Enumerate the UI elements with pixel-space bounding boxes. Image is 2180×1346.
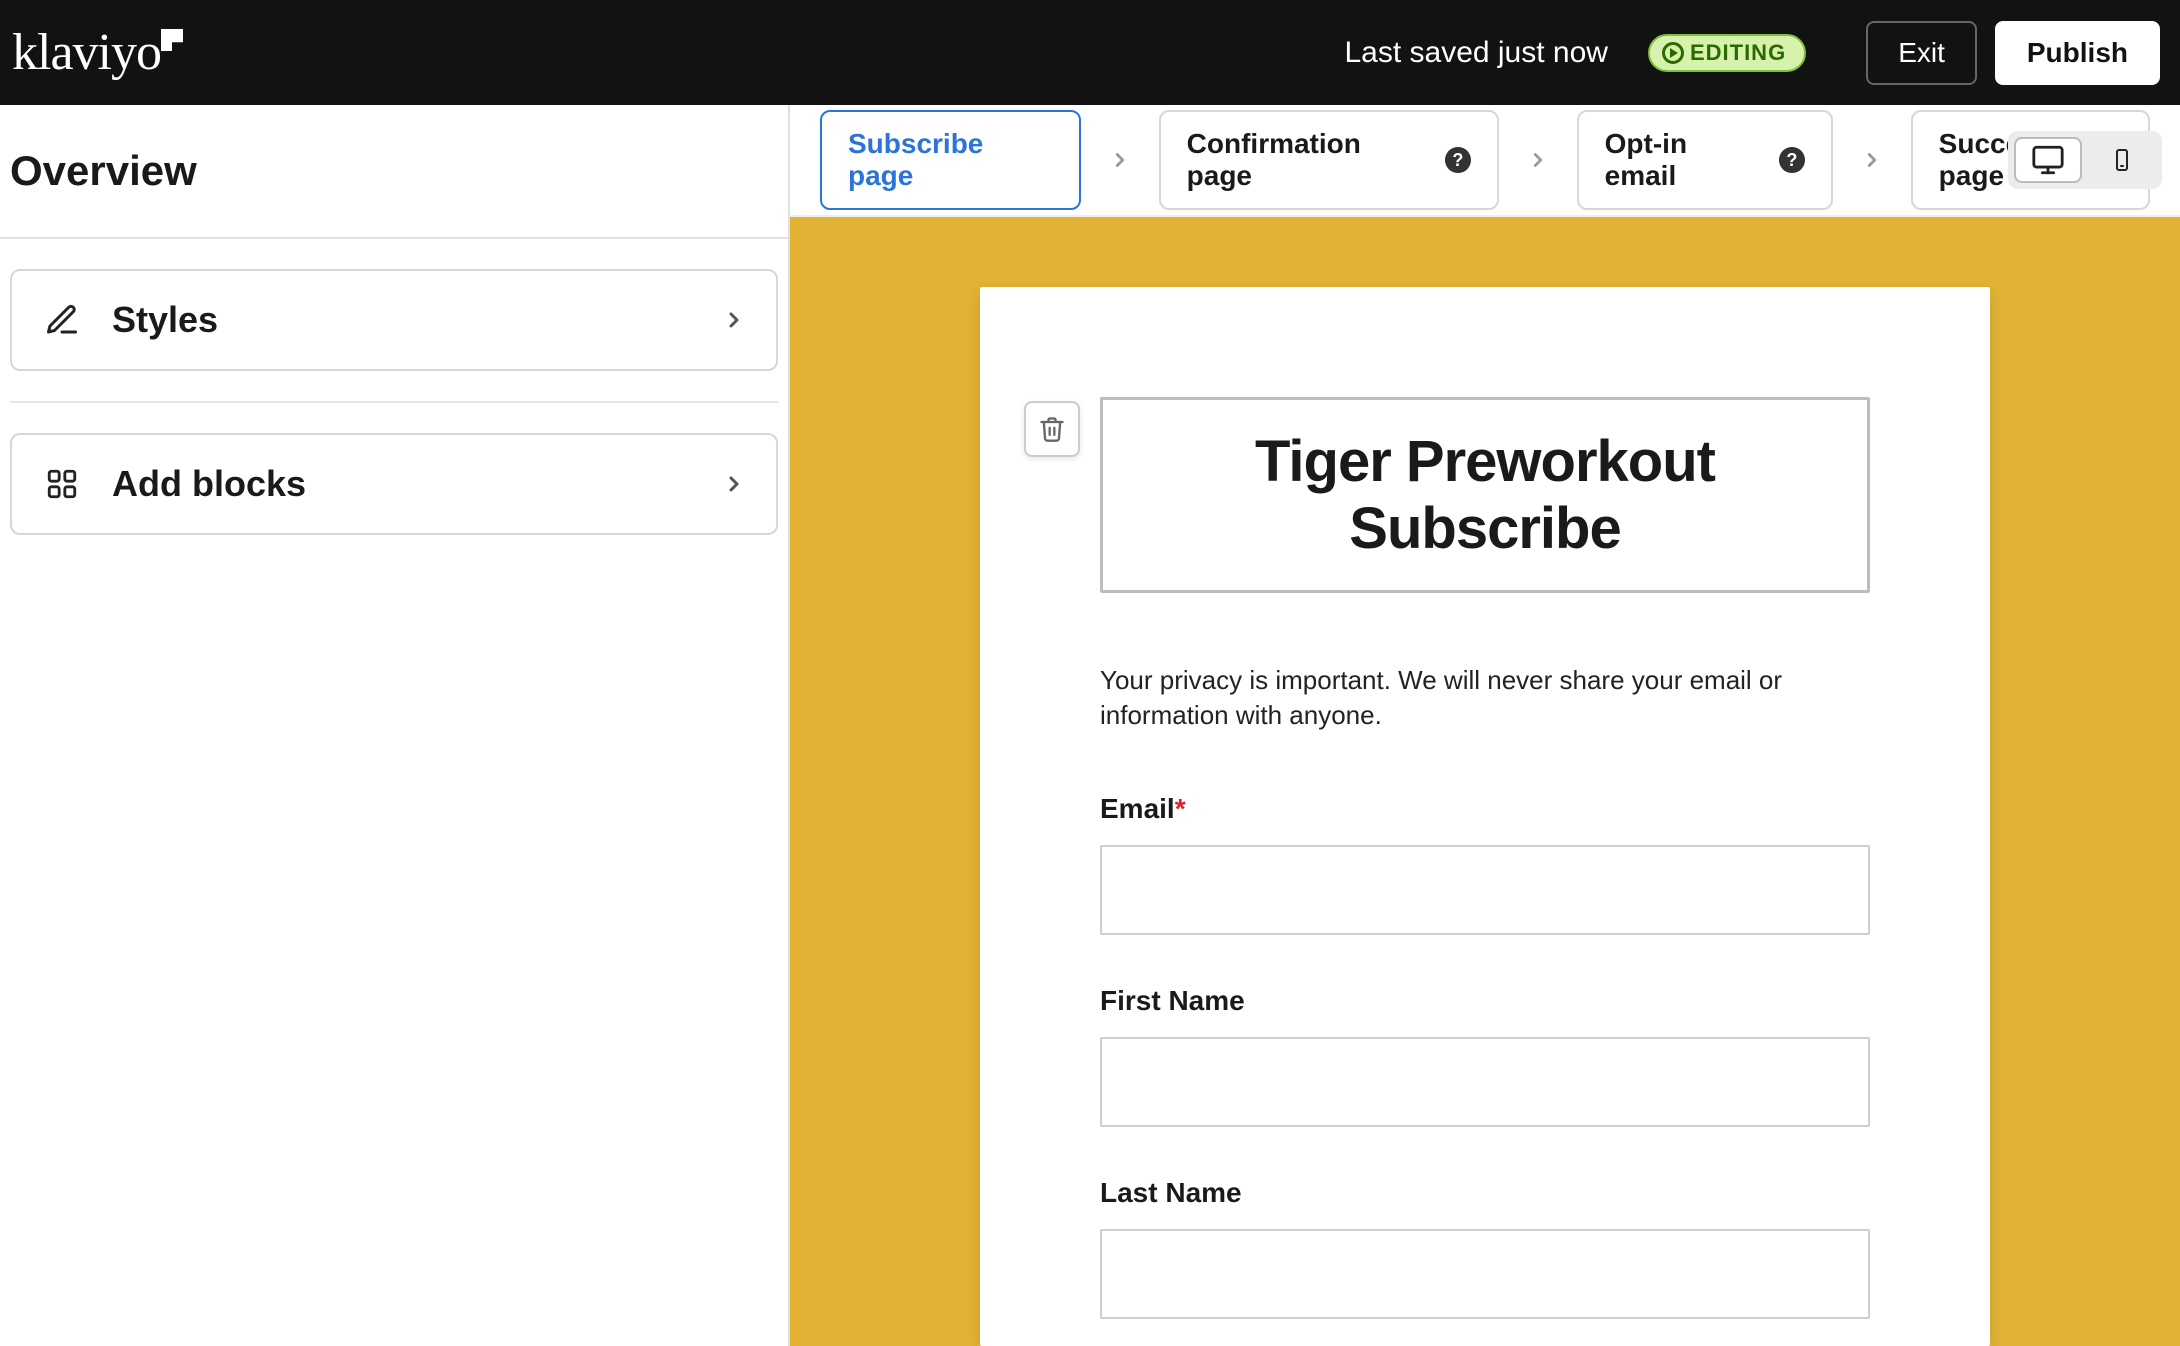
- help-icon[interactable]: ?: [1779, 147, 1804, 173]
- step-label: Opt-in email: [1605, 128, 1764, 192]
- top-bar: klaviyo Last saved just now EDITING Exit…: [0, 0, 2180, 105]
- step-label: Confirmation page: [1187, 128, 1430, 192]
- last-name-field-group[interactable]: Last Name: [1100, 1177, 1870, 1319]
- first-name-input[interactable]: [1100, 1037, 1870, 1127]
- last-name-input[interactable]: [1100, 1229, 1870, 1319]
- email-input[interactable]: [1100, 845, 1870, 935]
- step-bar: Subscribe page Confirmation page ? Opt-i…: [790, 105, 2180, 217]
- logo-text: klaviyo: [12, 24, 161, 81]
- canvas-area: Tiger Preworkout Subscribe Your privacy …: [790, 217, 2180, 1346]
- device-toggle: [2008, 131, 2162, 189]
- first-name-label: First Name: [1100, 985, 1870, 1017]
- editing-status-badge: EDITING: [1648, 34, 1806, 72]
- chevron-right-icon: [1527, 149, 1549, 171]
- chevron-right-icon: [722, 472, 746, 496]
- sidebar-item-styles[interactable]: Styles: [10, 269, 778, 371]
- delete-block-button[interactable]: [1024, 401, 1080, 457]
- step-subscribe-page[interactable]: Subscribe page: [820, 110, 1081, 210]
- sidebar-divider: [10, 401, 778, 403]
- form-card[interactable]: Tiger Preworkout Subscribe Your privacy …: [980, 287, 1990, 1346]
- desktop-view-button[interactable]: [2014, 137, 2082, 183]
- exit-button[interactable]: Exit: [1866, 21, 1977, 85]
- email-label-text: Email: [1100, 793, 1175, 824]
- email-field-group[interactable]: Email*: [1100, 793, 1870, 935]
- desktop-icon: [2031, 143, 2065, 177]
- sidebar-title: Overview: [0, 105, 788, 239]
- publish-button[interactable]: Publish: [1995, 21, 2160, 85]
- title-block[interactable]: Tiger Preworkout Subscribe: [1100, 397, 1870, 593]
- last-name-label: Last Name: [1100, 1177, 1870, 1209]
- sidebar-item-label: Styles: [112, 299, 692, 341]
- chevron-right-icon: [1861, 149, 1883, 171]
- mobile-view-button[interactable]: [2088, 137, 2156, 183]
- email-label: Email*: [1100, 793, 1870, 825]
- last-saved-text: Last saved just now: [1344, 36, 1607, 70]
- form-title[interactable]: Tiger Preworkout Subscribe: [1133, 428, 1837, 562]
- required-star: *: [1175, 793, 1186, 824]
- step-optin-email[interactable]: Opt-in email ?: [1577, 110, 1833, 210]
- status-label: EDITING: [1690, 40, 1786, 66]
- privacy-text[interactable]: Your privacy is important. We will never…: [1100, 663, 1870, 733]
- step-confirmation-page[interactable]: Confirmation page ?: [1159, 110, 1499, 210]
- mobile-icon: [2110, 143, 2134, 177]
- sidebar: Overview Styles Add blocks: [0, 105, 790, 1346]
- logo-flag-icon: [161, 29, 183, 51]
- chevron-right-icon: [722, 308, 746, 332]
- grid-icon: [42, 464, 82, 504]
- trash-icon: [1038, 415, 1066, 443]
- play-icon: [1662, 42, 1684, 64]
- pencil-icon: [42, 300, 82, 340]
- chevron-right-icon: [1109, 149, 1131, 171]
- sidebar-item-add-blocks[interactable]: Add blocks: [10, 433, 778, 535]
- klaviyo-logo: klaviyo: [12, 23, 181, 82]
- help-icon[interactable]: ?: [1445, 147, 1470, 173]
- step-label: Subscribe page: [848, 128, 1053, 192]
- first-name-field-group[interactable]: First Name: [1100, 985, 1870, 1127]
- sidebar-item-label: Add blocks: [112, 463, 692, 505]
